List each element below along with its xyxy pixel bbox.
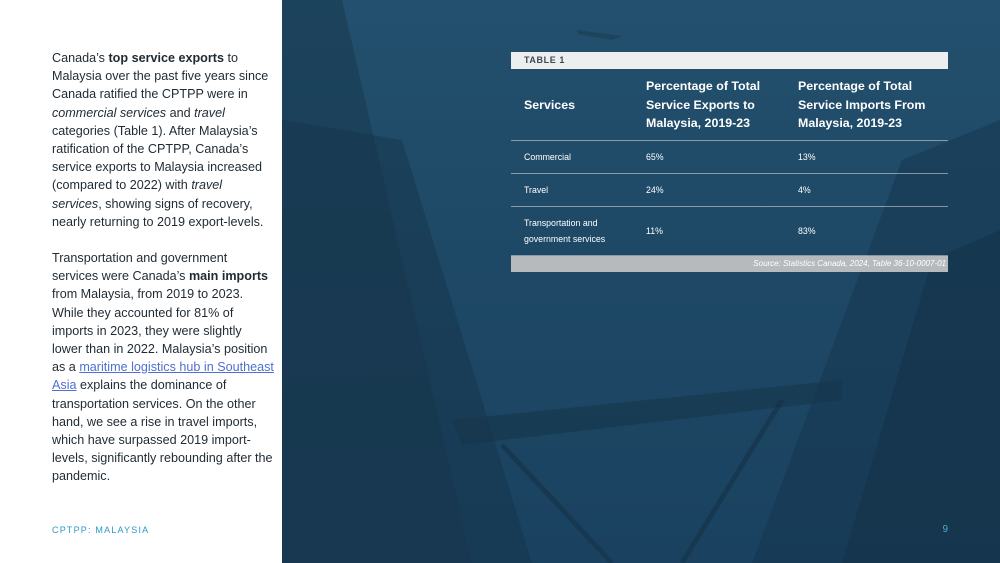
- cell-export-pct: 24%: [633, 173, 785, 207]
- para2-run: explains the dominance of transportation…: [52, 378, 273, 484]
- table-row: Commercial 65% 13%: [511, 140, 948, 174]
- cell-export-pct: 11%: [633, 206, 785, 256]
- header-services: Services: [511, 69, 633, 141]
- header-exports: Percentage of Total Service Exports to M…: [633, 69, 785, 141]
- table-row: Travel 24% 4%: [511, 173, 948, 207]
- para1-run: travel: [194, 105, 225, 120]
- paragraph-exports: Canada’s top service exports to Malaysia…: [52, 49, 274, 231]
- header-imports: Percentage of Total Service Imports From…: [785, 69, 948, 141]
- cell-import-pct: 4%: [785, 173, 948, 207]
- table-header-row: Services Percentage of Total Service Exp…: [511, 69, 948, 141]
- photo-panel: TABLE 1 Services Percentage of Total Ser…: [282, 0, 1000, 563]
- cell-service: Travel: [511, 173, 633, 207]
- para1-run: categories (Table 1). After Malaysia’s r…: [52, 123, 262, 193]
- table-1: TABLE 1 Services Percentage of Total Ser…: [511, 52, 948, 272]
- table-row: Transportation and government services 1…: [511, 206, 948, 256]
- para2-run: main imports: [188, 269, 269, 284]
- text-panel: Canada’s top service exports to Malaysia…: [0, 0, 282, 563]
- para1-run: commercial services: [52, 105, 167, 120]
- cell-import-pct: 13%: [785, 140, 948, 174]
- body-text: Canada’s top service exports to Malaysia…: [52, 49, 274, 504]
- para1-run: and: [166, 105, 195, 120]
- page-number: 9: [942, 524, 948, 535]
- cell-export-pct: 65%: [633, 140, 785, 174]
- cell-service: Commercial: [511, 140, 633, 174]
- paragraph-imports: Transportation and government services w…: [52, 249, 274, 486]
- table-label: TABLE 1: [511, 52, 948, 69]
- footer-section-label: CPTPP: MALAYSIA: [52, 525, 150, 535]
- para1-run: top service exports: [108, 51, 224, 65]
- services-table: Services Percentage of Total Service Exp…: [511, 69, 948, 256]
- para1-run: Canada’s: [52, 51, 109, 65]
- cell-import-pct: 83%: [785, 206, 948, 256]
- table-source: Source: Statistics Canada, 2024, Table 3…: [511, 255, 948, 272]
- cell-service: Transportation and government services: [511, 206, 633, 256]
